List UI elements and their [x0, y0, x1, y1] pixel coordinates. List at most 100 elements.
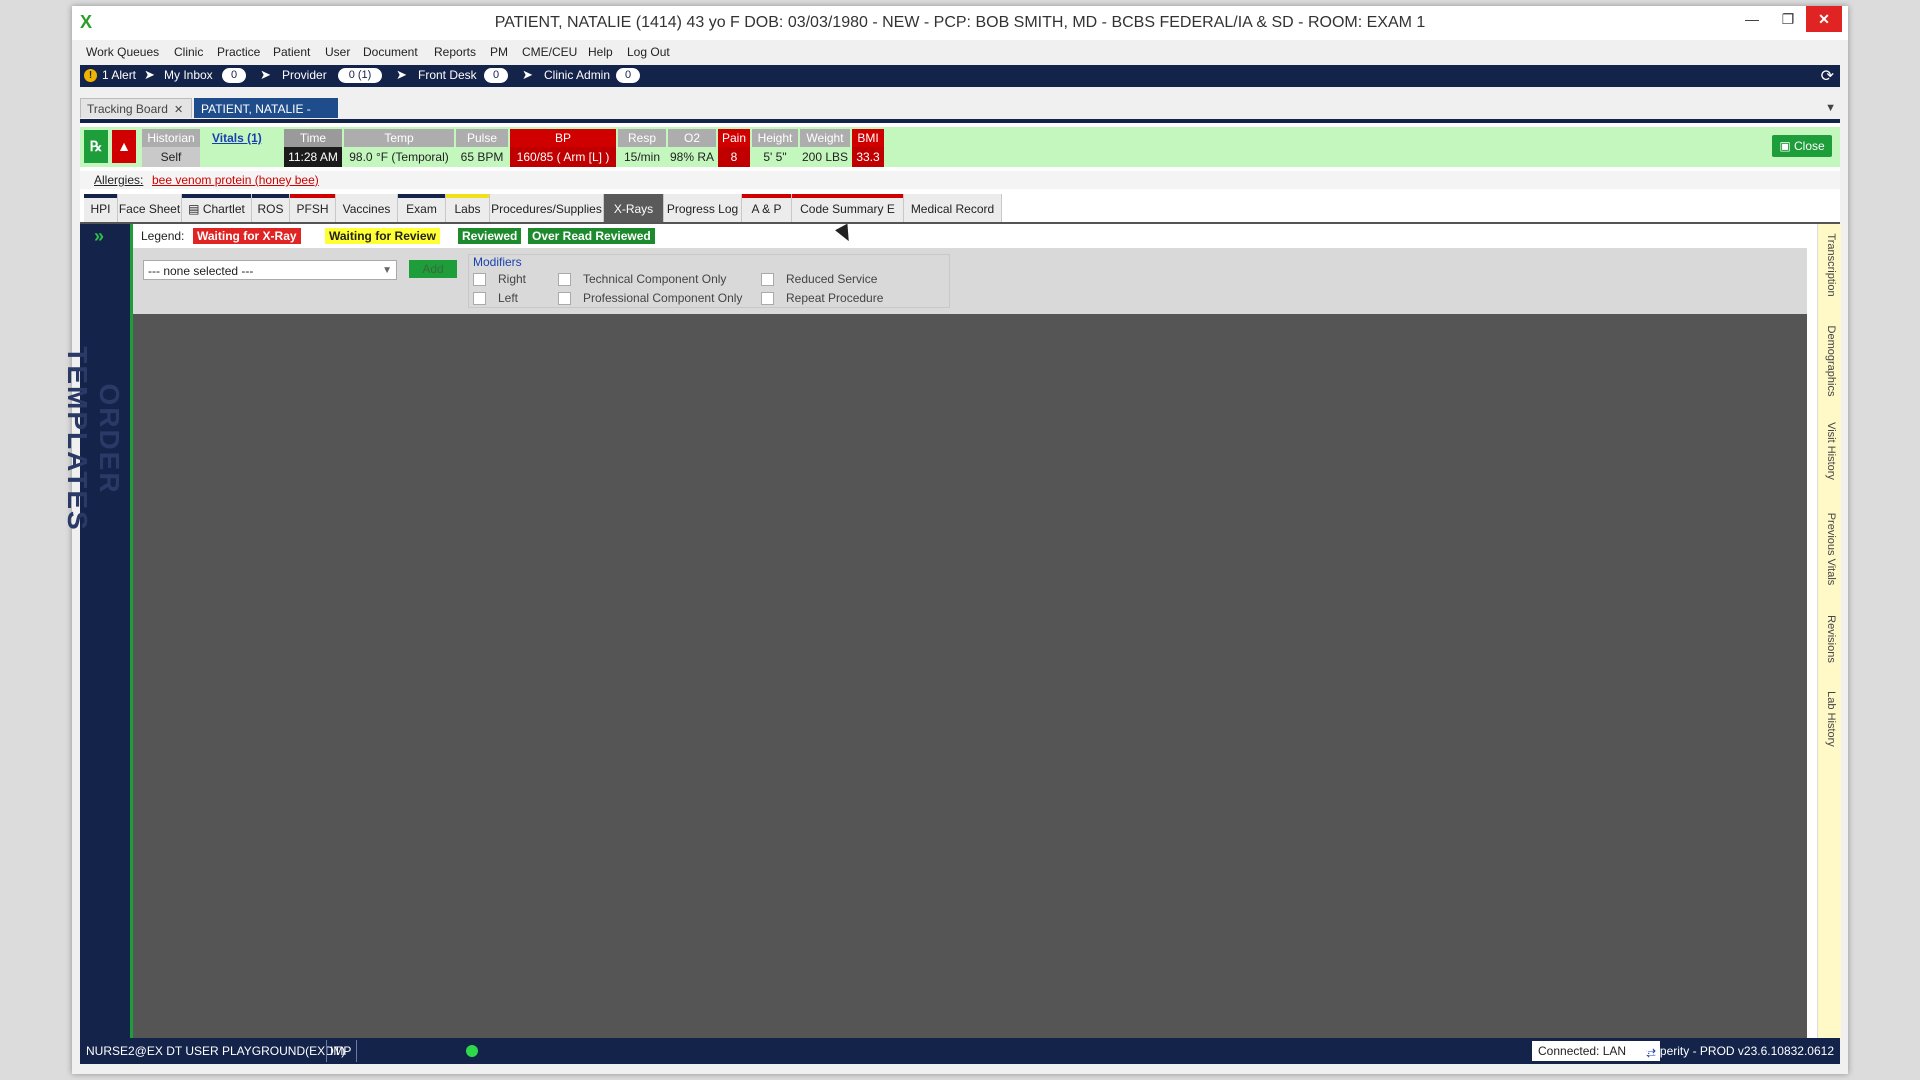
menu-cme-ceu[interactable]: CME/CEU — [522, 45, 577, 59]
tab-labs[interactable]: Labs — [446, 194, 490, 222]
tab-progress-log[interactable]: Progress Log — [664, 194, 742, 222]
window-title: PATIENT, NATALIE (1414) 43 yo F DOB: 03/… — [494, 14, 1426, 31]
chevron-down-icon[interactable]: ▼ — [1825, 102, 1836, 114]
modifier-reduced-service[interactable]: Reduced Service — [761, 272, 877, 287]
vital-height: Height 5' 5" — [752, 129, 798, 167]
vitals-bar: ℞ ▲ Historian Self Vitals (1) Time 11:28… — [80, 127, 1840, 167]
arrow-right-icon: ➤ — [522, 67, 533, 82]
order-templates-label: ORDER TEMPLATES — [62, 346, 125, 532]
menu-patient[interactable]: Patient — [273, 45, 310, 59]
checkbox[interactable] — [558, 292, 571, 306]
vital-time: Time 11:28 AM — [284, 129, 342, 167]
modifier-technical-component[interactable]: Technical Component Only — [558, 272, 726, 287]
connection-status: Connected: LAN ⇄ — [1532, 1041, 1660, 1061]
tab-face-sheet[interactable]: Face Sheet — [118, 194, 182, 222]
refresh-icon[interactable]: ⟳ — [1821, 66, 1834, 86]
menu-user[interactable]: User — [325, 45, 350, 59]
status-divider — [356, 1040, 357, 1062]
menu-practice[interactable]: Practice — [217, 45, 260, 59]
front-desk-link[interactable]: Front Desk — [418, 68, 477, 82]
menu-document[interactable]: Document — [363, 45, 418, 59]
xray-select[interactable]: --- none selected --- ▼ — [143, 260, 397, 280]
status-bar: NURSE2@EX DT USER PLAYGROUND(EXDT) IMP C… — [80, 1038, 1840, 1064]
close-window-button[interactable]: ✕ — [1806, 6, 1842, 32]
legend-over-read-reviewed: Over Read Reviewed — [528, 228, 655, 244]
minimize-button[interactable]: — — [1734, 6, 1770, 32]
tab-patient-natalie[interactable]: PATIENT, NATALIE - P✕ — [194, 98, 338, 136]
close-chart-button[interactable]: ▣ Close — [1772, 135, 1832, 157]
tab-procedures-supplies[interactable]: Procedures/Supplies — [490, 194, 604, 222]
modifier-professional-component[interactable]: Professional Component Only — [558, 291, 742, 306]
side-tab-visit-history[interactable]: Visit History — [1818, 414, 1841, 494]
menu-bar: Work Queues Clinic Practice Patient User… — [72, 42, 1848, 64]
my-inbox-count: 0 — [222, 68, 246, 83]
checkbox[interactable] — [761, 273, 774, 287]
modifiers-title: Modifiers — [473, 255, 522, 269]
alert-link[interactable]: 1 Alert — [102, 68, 136, 82]
tab-label: Tracking Board — [87, 102, 168, 116]
arrow-right-icon: ➤ — [260, 67, 271, 82]
menu-help[interactable]: Help — [588, 45, 613, 59]
clinic-admin-link[interactable]: Clinic Admin — [544, 68, 610, 82]
vital-pulse: Pulse 65 BPM — [456, 129, 508, 167]
right-side-rail: Transcription Demographics Visit History… — [1817, 224, 1841, 1039]
rx-icon[interactable]: ℞ — [84, 130, 108, 163]
tab-vaccines[interactable]: Vaccines — [336, 194, 398, 222]
legend-label: Legend: — [141, 229, 185, 243]
restore-button[interactable]: ❐ — [1770, 6, 1806, 32]
add-button[interactable]: Add — [409, 260, 457, 278]
allergy-link[interactable]: bee venom protein (honey bee) — [152, 173, 319, 187]
modifier-right[interactable]: Right — [473, 272, 526, 287]
tab-a-and-p[interactable]: A & P — [742, 194, 792, 222]
tab-ros[interactable]: ROS — [252, 194, 290, 222]
vital-historian: Historian Self — [142, 129, 200, 167]
status-online-icon — [466, 1045, 478, 1057]
tab-exam[interactable]: Exam — [398, 194, 446, 222]
checkbox[interactable] — [473, 292, 486, 306]
double-chevron-right-icon[interactable]: » — [94, 226, 104, 247]
side-tab-lab-history[interactable]: Lab History — [1818, 682, 1841, 762]
chartlet-icon: ▤ — [188, 202, 203, 216]
menu-pm[interactable]: PM — [490, 45, 508, 59]
tab-hpi[interactable]: HPI — [84, 194, 118, 222]
modifier-repeat-procedure[interactable]: Repeat Procedure — [761, 291, 883, 306]
checkbox[interactable] — [473, 273, 486, 287]
menu-work-queues[interactable]: Work Queues — [86, 45, 159, 59]
side-tab-transcription[interactable]: Transcription — [1818, 228, 1841, 308]
patient-tab-strip: Tracking Board ✕ PATIENT, NATALIE - P✕ ▼ — [80, 92, 1840, 136]
my-inbox-link[interactable]: My Inbox — [164, 68, 213, 82]
tab-pfsh[interactable]: PFSH — [290, 194, 336, 222]
arrow-right-icon: ➤ — [396, 67, 407, 82]
provider-link[interactable]: Provider — [282, 68, 327, 82]
close-icon[interactable]: ✕ — [174, 104, 183, 116]
checkbox[interactable] — [761, 292, 774, 306]
side-tab-previous-vitals[interactable]: Previous Vitals — [1818, 512, 1841, 592]
tab-medical-record[interactable]: Medical Record — [904, 194, 1002, 222]
vital-temp: Temp 98.0 °F (Temporal) — [344, 129, 454, 167]
menu-reports[interactable]: Reports — [434, 45, 476, 59]
menu-log-out[interactable]: Log Out — [627, 45, 670, 59]
tab-x-rays[interactable]: X-Rays — [604, 194, 664, 222]
side-tab-revisions[interactable]: Revisions — [1818, 602, 1841, 682]
vital-weight: Weight 200 LBS — [800, 129, 850, 164]
vital-bmi: BMI 33.3 — [852, 129, 884, 167]
side-tab-demographics[interactable]: Demographics — [1818, 324, 1841, 404]
vital-bp: BP 160/85 ( Arm [L] ) — [510, 129, 616, 167]
order-templates-rail[interactable]: » ORDER TEMPLATES — [62, 224, 133, 1039]
vitals-link[interactable]: Vitals (1) — [212, 131, 262, 145]
patient-chart: ℞ ▲ Historian Self Vitals (1) Time 11:28… — [62, 119, 1841, 1043]
tab-chartlet[interactable]: ▤ Chartlet — [182, 194, 252, 222]
tab-tracking-board[interactable]: Tracking Board ✕ — [80, 98, 192, 118]
checkbox[interactable] — [558, 273, 571, 287]
tab-code-summary[interactable]: Code Summary E — [792, 194, 904, 222]
provider-count: 0 (1) — [338, 68, 382, 83]
alert-triangle-icon[interactable]: ▲ — [112, 130, 136, 163]
legend-waiting-review: Waiting for Review — [325, 228, 440, 244]
legend-waiting-xray: Waiting for X-Ray — [193, 228, 301, 244]
vital-pain: Pain 8 — [718, 129, 750, 167]
chevron-down-icon: ▼ — [382, 265, 392, 276]
save-icon: ▣ — [1779, 139, 1794, 153]
legend-reviewed: Reviewed — [458, 228, 522, 244]
modifier-left[interactable]: Left — [473, 291, 518, 306]
menu-clinic[interactable]: Clinic — [174, 45, 203, 59]
